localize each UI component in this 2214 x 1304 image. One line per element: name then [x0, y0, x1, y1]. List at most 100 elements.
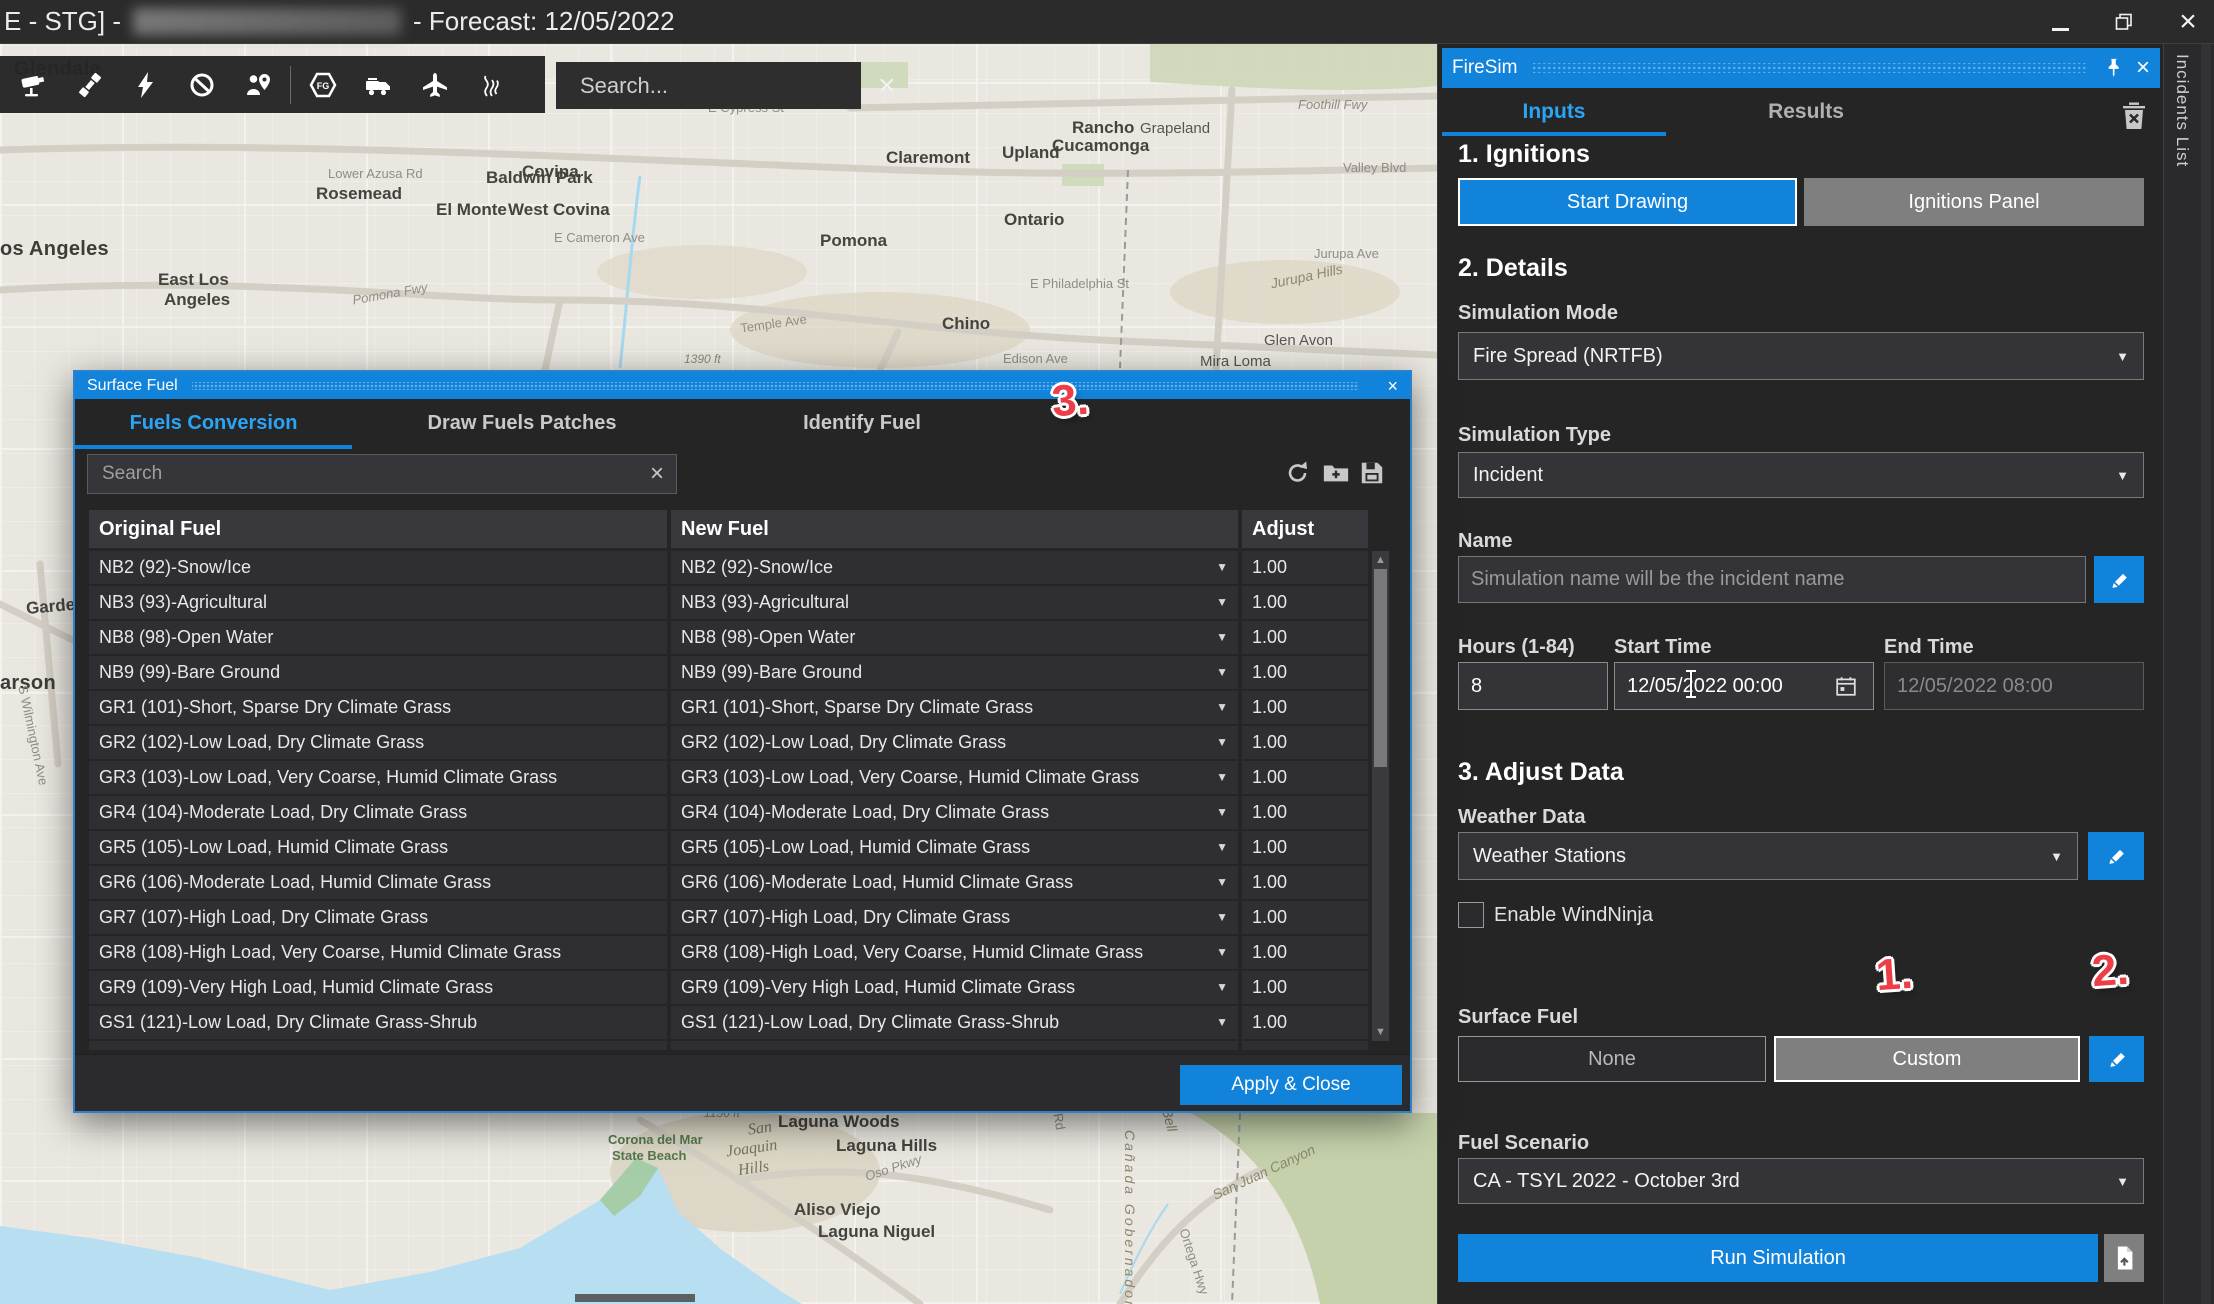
- table-row: GR2 (102)-Low Load, Dry Climate Grass GR…: [89, 726, 1368, 759]
- adjust-cell[interactable]: 1.00: [1242, 901, 1368, 934]
- refresh-button[interactable]: [1283, 458, 1313, 488]
- strip-scrollbar[interactable]: [2201, 44, 2211, 1304]
- surface-fuel-none-button[interactable]: None: [1458, 1036, 1766, 1082]
- new-fuel-dropdown[interactable]: NB8 (98)-Open Water▼: [671, 621, 1238, 654]
- scrollbar-thumb[interactable]: [1374, 569, 1387, 767]
- adjust-cell[interactable]: 1.00: [1242, 971, 1368, 1004]
- map-label: Upland: [1002, 143, 1060, 163]
- new-fuel-value: NB8 (98)-Open Water: [681, 627, 855, 647]
- map-search-input[interactable]: [578, 72, 870, 100]
- aircraft-icon: [420, 70, 450, 100]
- new-fuel-dropdown[interactable]: GR8 (108)-High Load, Very Coarse, Humid …: [671, 936, 1238, 969]
- export-simulation-button[interactable]: [2104, 1234, 2144, 1282]
- fuel-scenario-dropdown[interactable]: CA - TSYL 2022 - October 3rd ▼: [1458, 1158, 2144, 1204]
- new-fuel-dropdown[interactable]: GR5 (105)-Low Load, Humid Climate Grass▼: [671, 831, 1238, 864]
- tab-inputs[interactable]: Inputs: [1442, 92, 1666, 136]
- person-location-button[interactable]: [230, 59, 286, 111]
- firesim-panel: FireSim × Inputs Results 1. Ignitions St…: [1437, 44, 2163, 1304]
- simulation-type-label: Simulation Type: [1458, 424, 1611, 447]
- incidents-list-tab[interactable]: Incidents List: [2172, 54, 2192, 167]
- ignitions-panel-button[interactable]: Ignitions Panel: [1804, 178, 2144, 226]
- weather-data-dropdown[interactable]: Weather Stations ▼: [1458, 832, 2078, 880]
- new-fuel-dropdown[interactable]: GR9 (109)-Very High Load, Humid Climate …: [671, 971, 1238, 1004]
- save-icon: [1359, 460, 1385, 486]
- adjust-cell[interactable]: 1.00: [1242, 761, 1368, 794]
- calendar-button[interactable]: [1834, 674, 1858, 698]
- pin-icon[interactable]: [2102, 57, 2122, 79]
- tab-draw-fuels-patches[interactable]: Draw Fuels Patches: [352, 399, 692, 449]
- scroll-down-icon[interactable]: ▼: [1372, 1026, 1389, 1038]
- surface-fuel-custom-button[interactable]: Custom: [1774, 1036, 2080, 1082]
- save-button[interactable]: [1357, 458, 1387, 488]
- search-clear-icon[interactable]: ×: [878, 71, 896, 101]
- restore-button[interactable]: [2112, 7, 2136, 38]
- smoke-button[interactable]: [463, 59, 519, 111]
- new-fuel-dropdown[interactable]: NB3 (93)-Agricultural▼: [671, 586, 1238, 619]
- new-fuel-dropdown[interactable]: GR7 (107)-High Load, Dry Climate Grass▼: [671, 901, 1238, 934]
- hours-input[interactable]: [1458, 662, 1608, 710]
- fuel-search-input[interactable]: [100, 462, 650, 486]
- fuel-search-box: ×: [87, 454, 677, 494]
- new-fuel-dropdown[interactable]: NB2 (92)-Snow/Ice ▼: [671, 551, 1238, 584]
- fuels-table: Original Fuel New Fuel Adjust NB2 (92)-S…: [89, 510, 1368, 1050]
- new-fuel-dropdown[interactable]: NB9 (99)-Bare Ground▼: [671, 656, 1238, 689]
- fire-camera-button[interactable]: [6, 59, 62, 111]
- start-drawing-button[interactable]: Start Drawing: [1458, 178, 1797, 226]
- chevron-down-icon: ▼: [1216, 551, 1228, 584]
- toolbar-divider: [290, 66, 291, 104]
- simulation-name-input[interactable]: [1458, 556, 2086, 603]
- dialog-close-icon[interactable]: ×: [1387, 374, 1398, 398]
- map-label: Mira Loma: [1200, 353, 1271, 370]
- adjust-cell[interactable]: 1.00: [1242, 551, 1368, 584]
- map-label: Laguna Niguel: [818, 1222, 935, 1242]
- add-file-button[interactable]: [1321, 458, 1351, 488]
- new-fuel-dropdown[interactable]: GR6 (106)-Moderate Load, Humid Climate G…: [671, 866, 1238, 899]
- adjust-cell[interactable]: 1.00: [1242, 796, 1368, 829]
- ignitions-heading: 1. Ignitions: [1458, 140, 1590, 169]
- map-label: Grapeland: [1140, 120, 1210, 137]
- adjust-cell[interactable]: 1.00: [1242, 866, 1368, 899]
- windninja-checkbox[interactable]: [1458, 902, 1484, 928]
- adjust-cell[interactable]: 1.00: [1242, 726, 1368, 759]
- table-scrollbar[interactable]: ▲ ▼: [1372, 551, 1389, 1041]
- scroll-up-icon[interactable]: ▲: [1372, 554, 1389, 566]
- edit-surface-fuel-button[interactable]: [2089, 1036, 2144, 1082]
- fire-truck-button[interactable]: [351, 59, 407, 111]
- weather-data-value: Weather Stations: [1473, 845, 1626, 868]
- apply-close-button[interactable]: Apply & Close: [1180, 1065, 1402, 1105]
- adjust-cell[interactable]: 1.00: [1242, 656, 1368, 689]
- close-button[interactable]: ×: [2176, 7, 2200, 37]
- edit-name-button[interactable]: [2094, 556, 2144, 603]
- minimize-button[interactable]: [2048, 7, 2072, 38]
- tab-identify-fuel[interactable]: Identify Fuel: [692, 399, 1032, 449]
- lightning-button[interactable]: [118, 59, 174, 111]
- no-sign-button[interactable]: [174, 59, 230, 111]
- panel-close-icon[interactable]: ×: [2136, 56, 2150, 80]
- new-fuel-dropdown[interactable]: GR1 (101)-Short, Sparse Dry Climate Gras…: [671, 691, 1238, 724]
- adjust-cell[interactable]: 1.00: [1242, 691, 1368, 724]
- new-fuel-dropdown[interactable]: GS1 (121)-Low Load, Dry Climate Grass-Sh…: [671, 1006, 1238, 1039]
- adjust-cell[interactable]: 1.00: [1242, 1006, 1368, 1039]
- adjust-cell[interactable]: 1.00: [1242, 831, 1368, 864]
- edit-weather-button[interactable]: [2088, 832, 2144, 880]
- tab-fuels-conversion[interactable]: Fuels Conversion: [75, 399, 352, 449]
- simulation-mode-dropdown[interactable]: Fire Spread (NRTFB) ▼: [1458, 332, 2144, 380]
- tab-results[interactable]: Results: [1690, 92, 1922, 136]
- clear-simulation-button[interactable]: [2116, 96, 2152, 136]
- adjust-cell[interactable]: 1.00: [1242, 586, 1368, 619]
- new-fuel-value: NB2 (92)-Snow/Ice: [681, 557, 833, 577]
- redacted-title-segment: [133, 8, 401, 35]
- aircraft-button[interactable]: [407, 59, 463, 111]
- fg-placard-button[interactable]: FG: [295, 59, 351, 111]
- adjust-cell[interactable]: 1.00: [1242, 936, 1368, 969]
- map-label: State Beach: [612, 1148, 686, 1163]
- new-fuel-dropdown[interactable]: GR2 (102)-Low Load, Dry Climate Grass▼: [671, 726, 1238, 759]
- search-clear-icon[interactable]: ×: [650, 462, 664, 486]
- adjust-cell[interactable]: 1.00: [1242, 621, 1368, 654]
- map-label: os Angeles: [0, 238, 109, 261]
- satellite-button[interactable]: [62, 59, 118, 111]
- new-fuel-dropdown[interactable]: GR3 (103)-Low Load, Very Coarse, Humid C…: [671, 761, 1238, 794]
- new-fuel-dropdown[interactable]: GR4 (104)-Moderate Load, Dry Climate Gra…: [671, 796, 1238, 829]
- run-simulation-button[interactable]: Run Simulation: [1458, 1234, 2098, 1282]
- simulation-type-dropdown[interactable]: Incident ▼: [1458, 452, 2144, 498]
